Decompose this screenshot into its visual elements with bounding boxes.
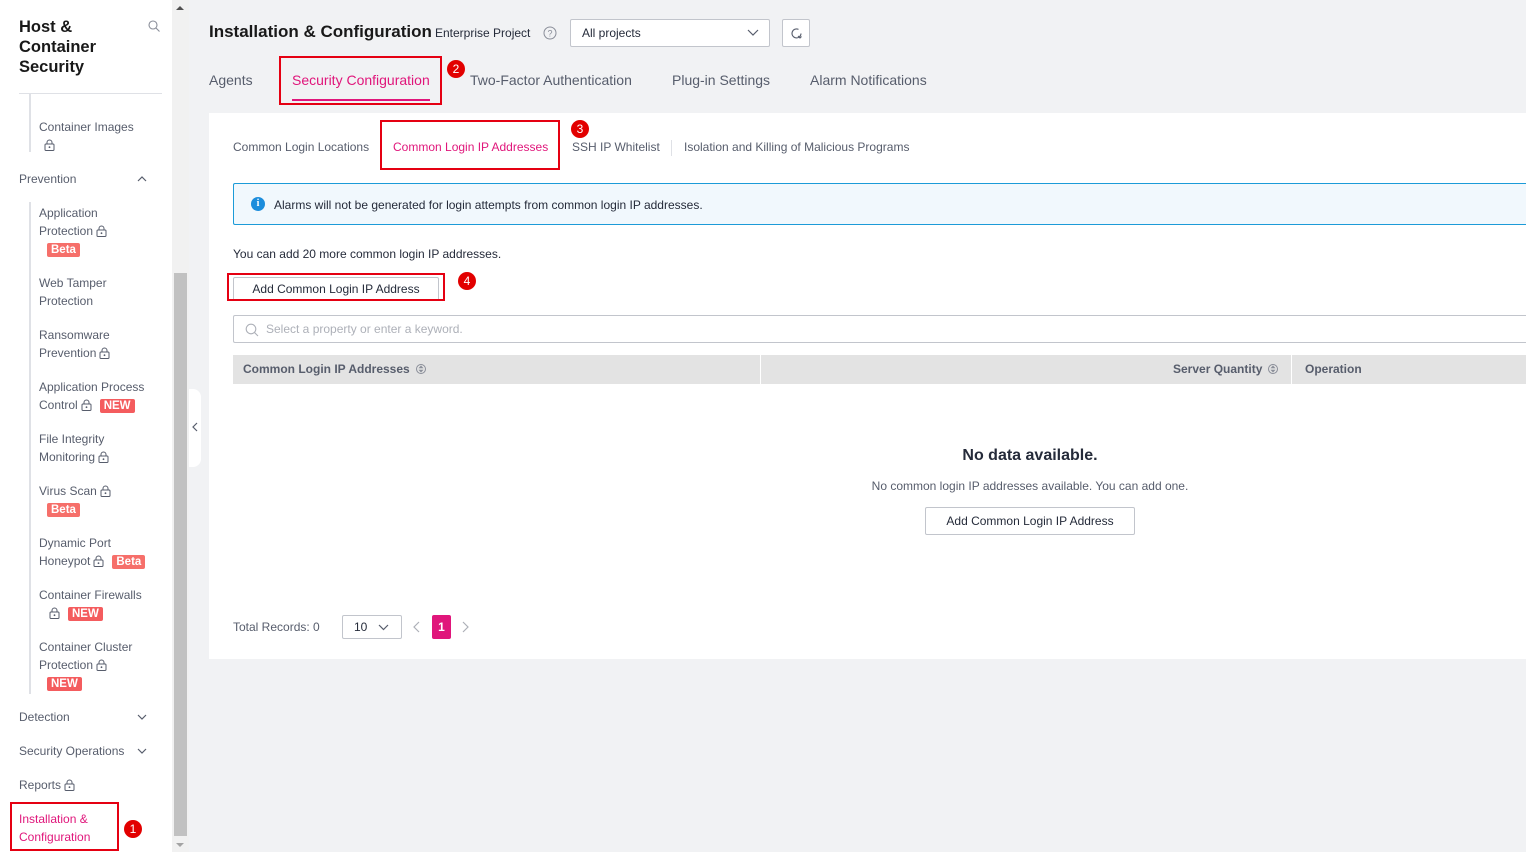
enterprise-project-select[interactable]: All projects xyxy=(570,19,770,47)
subtab-common-login-ip-addresses[interactable]: Common Login IP Addresses xyxy=(393,140,548,154)
previous-page-icon[interactable] xyxy=(411,620,423,634)
sidebar-group-prevention[interactable]: Prevention xyxy=(19,172,159,186)
sidebar-item-container-cluster-protection[interactable]: Container Cluster Protection NEW xyxy=(39,638,132,692)
tab-plug-in-settings[interactable]: Plug-in Settings xyxy=(672,72,770,88)
search-icon[interactable] xyxy=(148,20,160,32)
chevron-left-icon xyxy=(192,422,198,432)
beta-badge: Beta xyxy=(47,243,80,257)
sidebar: Host & Container Security Baseline Check… xyxy=(0,0,172,852)
chevron-up-icon xyxy=(137,176,147,182)
search-icon xyxy=(245,323,259,337)
help-icon[interactable]: ? xyxy=(543,26,557,40)
tree-line xyxy=(29,94,31,152)
lock-icon xyxy=(64,779,75,791)
lock-icon xyxy=(81,399,92,411)
new-badge: NEW xyxy=(47,677,82,691)
search-input[interactable] xyxy=(266,316,1466,342)
sidebar-item-dynamic-port-honeypot[interactable]: Dynamic Port Honeypot Beta xyxy=(39,534,146,570)
column-header-server-quantity[interactable]: Server Quantity xyxy=(1173,355,1279,384)
collapse-sidebar-button[interactable] xyxy=(189,389,201,467)
sort-icon[interactable] xyxy=(415,363,426,375)
chevron-down-icon xyxy=(378,624,389,631)
annotation-number-3: 3 xyxy=(571,120,589,138)
sidebar-item-reports[interactable]: Reports xyxy=(19,778,159,792)
total-records: Total Records: 0 xyxy=(233,620,320,634)
sidebar-item-application-protection[interactable]: Application Protection Beta xyxy=(39,204,107,258)
quota-text: You can add 20 more common login IP addr… xyxy=(233,247,502,261)
sidebar-item-virus-scan[interactable]: Virus Scan Beta xyxy=(39,482,111,518)
add-common-login-ip-button[interactable]: Add Common Login IP Address xyxy=(233,277,439,301)
empty-state-description: No common login IP addresses available. … xyxy=(871,479,1189,493)
refresh-button[interactable] xyxy=(782,19,810,47)
scroll-up-arrow-icon[interactable] xyxy=(176,6,184,10)
tab-agents[interactable]: Agents xyxy=(209,72,253,88)
scroll-down-arrow-icon[interactable] xyxy=(176,843,184,847)
new-badge: NEW xyxy=(68,607,103,621)
sidebar-item-ransomware-prevention[interactable]: Ransomware Prevention xyxy=(39,326,110,362)
annotation-number-2: 2 xyxy=(447,60,465,78)
sidebar-item-application-process-control[interactable]: Application Process Control NEW xyxy=(39,378,144,414)
column-header-operation: Operation xyxy=(1305,362,1362,376)
sidebar-item-container-firewalls[interactable]: Container Firewalls NEW xyxy=(39,586,142,622)
page-title: Installation & Configuration xyxy=(209,22,432,41)
tab-alarm-notifications[interactable]: Alarm Notifications xyxy=(810,72,927,88)
beta-badge: Beta xyxy=(47,503,80,517)
lock-icon xyxy=(100,485,111,497)
enterprise-project-label: Enterprise Project xyxy=(435,26,531,40)
tab-security-configuration[interactable]: Security Configuration xyxy=(292,72,430,101)
empty-state-title: No data available. xyxy=(962,447,1098,464)
lock-icon xyxy=(96,659,107,671)
lock-icon xyxy=(98,451,109,463)
scrollbar-thumb[interactable] xyxy=(174,273,187,836)
table-header: Common Login IP Addresses Server Quantit… xyxy=(233,355,1526,384)
sidebar-menu: Baseline Checks Container Images Prevent… xyxy=(0,94,172,852)
annotation-number-1: 1 xyxy=(124,820,142,838)
svg-text:?: ? xyxy=(547,29,552,39)
empty-state-add-button[interactable]: Add Common Login IP Address xyxy=(925,507,1135,535)
sort-icon[interactable] xyxy=(1268,363,1279,375)
sidebar-item-web-tamper-protection[interactable]: Web Tamper Protection xyxy=(39,274,107,310)
page-size-select[interactable]: 10 xyxy=(342,615,402,639)
subtab-common-login-locations[interactable]: Common Login Locations xyxy=(233,140,369,154)
sidebar-item-file-integrity-monitoring[interactable]: File Integrity Monitoring xyxy=(39,430,109,466)
lock-icon xyxy=(99,347,110,359)
sidebar-title: Host & Container Security xyxy=(19,18,97,76)
lock-icon xyxy=(93,555,104,567)
tree-line xyxy=(29,202,31,694)
annotation-number-4: 4 xyxy=(458,272,476,290)
info-alert: i Alarms will not be generated for login… xyxy=(233,183,1526,225)
lock-icon xyxy=(44,139,55,151)
column-divider xyxy=(760,355,761,384)
refresh-icon xyxy=(791,28,802,39)
lock-icon xyxy=(96,225,107,237)
sidebar-item-baseline-checks[interactable]: Baseline Checks xyxy=(39,94,142,95)
chevron-down-icon xyxy=(747,29,759,36)
subtab-isolation-and-killing-of-malicious-programs[interactable]: Isolation and Killing of Malicious Progr… xyxy=(684,140,909,154)
beta-badge: Beta xyxy=(112,555,146,569)
new-badge: NEW xyxy=(99,399,135,413)
chevron-down-icon xyxy=(137,748,147,754)
column-divider xyxy=(1291,355,1292,384)
sidebar-group-detection[interactable]: Detection xyxy=(19,710,159,724)
sidebar-scrollbar[interactable] xyxy=(172,0,189,852)
page-1-button[interactable]: 1 xyxy=(432,615,451,639)
sidebar-item-container-images[interactable]: Container Images xyxy=(39,118,134,154)
info-icon: i xyxy=(251,197,265,211)
info-message: Alarms will not be generated for login a… xyxy=(274,198,703,212)
sidebar-group-security-operations[interactable]: Security Operations xyxy=(19,744,159,758)
tab-two-factor-authentication[interactable]: Two-Factor Authentication xyxy=(470,72,632,88)
next-page-icon[interactable] xyxy=(459,620,471,634)
search-box[interactable] xyxy=(233,315,1526,343)
subtab-divider xyxy=(671,140,672,156)
column-header-ip-addresses[interactable]: Common Login IP Addresses xyxy=(243,355,426,384)
subtab-ssh-ip-whitelist[interactable]: SSH IP Whitelist xyxy=(572,140,660,154)
lock-icon xyxy=(49,607,60,619)
chevron-down-icon xyxy=(137,714,147,720)
